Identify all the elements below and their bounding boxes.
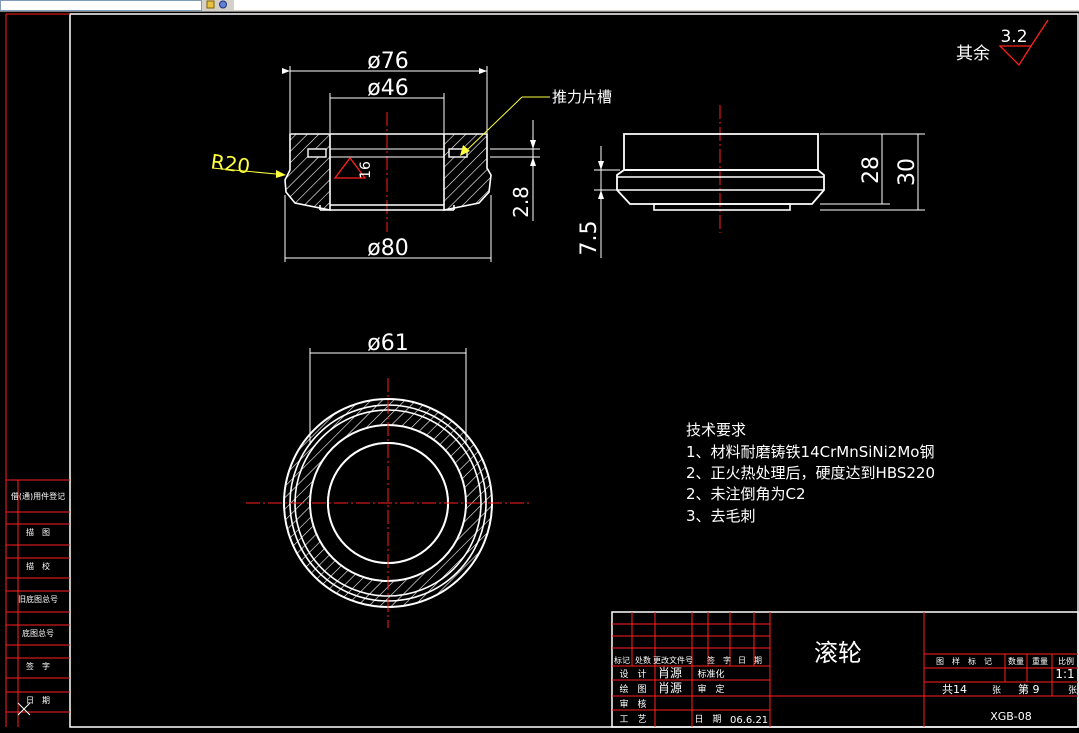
roughness-prefix: 其余 <box>956 44 990 64</box>
sheet-number: 第 9 <box>1018 682 1040 696</box>
side-elevation-view: 28 30 7.5 <box>577 105 925 258</box>
tech-req-item: 3、去毛刺 <box>686 507 756 525</box>
dim-d61: ø61 <box>367 331 408 356</box>
left-cell-signature: 签 字 <box>26 661 50 671</box>
left-cell-borrowed-parts: 借(通)用件登记 <box>11 491 65 501</box>
role-date: 日 期 <box>694 714 721 725</box>
change-header-file: 更改文件号 <box>653 655 693 665</box>
sheets-total: 共14 <box>942 683 967 696</box>
part-name: 滚轮 <box>814 639 862 667</box>
dim-h30: 30 <box>895 158 920 186</box>
left-cell-tracing: 描 图 <box>26 527 50 537</box>
title-block: 标记 处数 更改文件号 签 字 日 期 设 计 肖源 标准化 绘 图 肖源 审 … <box>611 611 1079 728</box>
dim-r20: R20 <box>209 149 251 178</box>
sheet-number-label: 张 <box>1068 685 1077 696</box>
drawing-number: XGB-08 <box>990 710 1032 723</box>
dim-d46: ø46 <box>367 76 408 101</box>
date-value: 06.6.21 <box>730 715 768 726</box>
name-drawing: 肖源 <box>658 681 682 695</box>
tech-req-item: 2、未注倒角为C2 <box>686 485 806 503</box>
ucs-icon <box>17 702 31 716</box>
role-standardization: 标准化 <box>697 668 724 680</box>
change-header-date: 日 期 <box>738 656 762 665</box>
change-header-sign: 签 字 <box>707 655 731 665</box>
role-review: 审 核 <box>619 698 646 710</box>
tech-req-item: 2、正火热处理后，硬度达到HBS220 <box>686 464 935 482</box>
role-drawing: 绘 图 <box>619 683 646 695</box>
dim-d80: ø80 <box>367 236 408 261</box>
left-registration-table: 借(通)用件登记 描 图 描 校 旧底图总号 底图总号 签 字 日 期 <box>6 479 70 727</box>
left-cell-base-no: 底图总号 <box>22 628 54 638</box>
right-header-weight: 重量 <box>1032 656 1048 666</box>
front-section-view: ø76 ø46 ø80 R20 16 2.8 推力片槽 <box>209 49 612 262</box>
name-design: 肖源 <box>658 666 682 680</box>
tech-req-item: 1、材料耐磨铸铁14CrMnSiNi2Mo钢 <box>686 443 934 461</box>
slot-label: 推力片槽 <box>552 88 612 106</box>
role-approval: 审 定 <box>697 683 724 695</box>
roughness-value: 3.2 <box>1000 27 1027 47</box>
dim-d76: ø76 <box>367 49 408 74</box>
left-cell-tracing-check: 描 校 <box>26 561 50 571</box>
tech-req-title: 技术要求 <box>686 421 746 439</box>
sheets-total-label: 张 <box>992 685 1001 696</box>
change-header-mark: 标记 <box>614 655 630 665</box>
technical-requirements: 技术要求 1、材料耐磨铸铁14CrMnSiNi2Mo钢 2、正火热处理后，硬度达… <box>686 421 935 525</box>
right-header-sample-mark: 图 样 标 记 <box>936 656 992 666</box>
cad-drawing-canvas[interactable]: 借(通)用件登记 描 图 描 校 旧底图总号 底图总号 签 字 日 期 其余 3… <box>0 0 1079 733</box>
dim-h2-8: 2.8 <box>509 186 533 218</box>
dim-h28: 28 <box>859 156 884 184</box>
surface-roughness-symbol: 其余 3.2 <box>956 19 1049 67</box>
role-process: 工 艺 <box>619 714 646 725</box>
right-header-quantity: 数量 <box>1008 656 1024 666</box>
dim-h7-5: 7.5 <box>577 221 602 256</box>
top-plan-view: ø61 <box>246 331 530 628</box>
role-design: 设 计 <box>619 668 646 680</box>
right-header-scale: 比例 <box>1058 656 1074 666</box>
change-header-count: 处数 <box>635 655 651 665</box>
scale-value: 1:1 <box>1055 667 1074 681</box>
drawing-frame <box>69 13 1079 728</box>
dim-h16: 16 <box>358 161 374 179</box>
left-cell-old-base-no: 旧底图总号 <box>18 594 58 604</box>
